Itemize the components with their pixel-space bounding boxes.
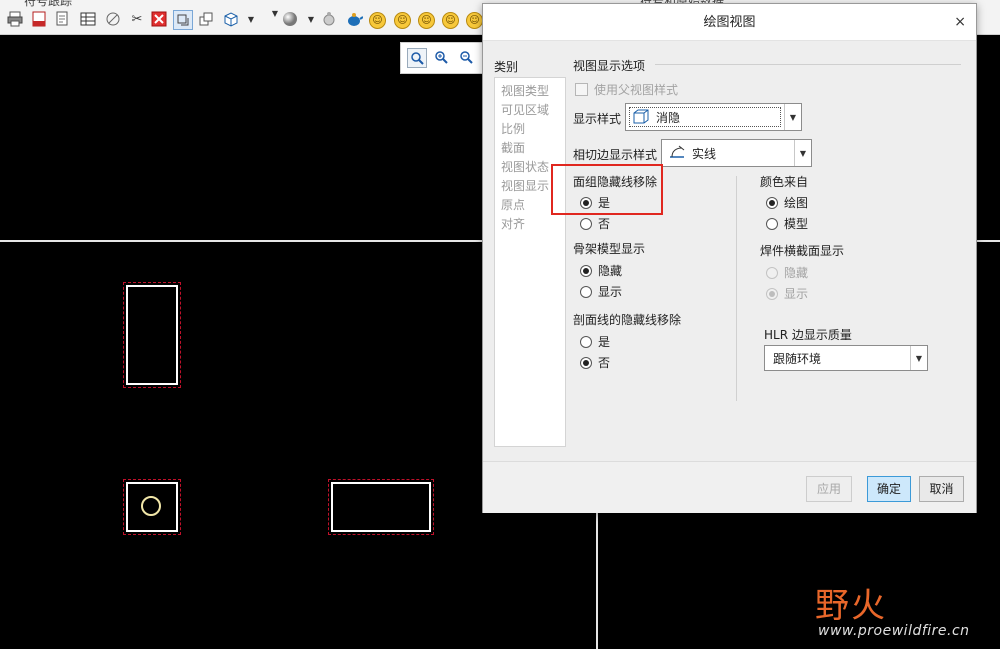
color-from-label: 颜色来自	[760, 175, 809, 189]
zoom-toolbar	[400, 42, 484, 74]
smiley-icon[interactable]: ☺	[442, 12, 459, 29]
ok-button[interactable]: 确定	[867, 476, 911, 502]
weld-hide-label: 隐藏	[784, 266, 809, 280]
color-from-drawing-label: 绘图	[784, 196, 809, 210]
skeleton-hide-label: 隐藏	[598, 264, 623, 278]
weld-section-label: 焊件横截面显示	[760, 244, 845, 258]
color-from-model-label: 模型	[784, 217, 809, 231]
smiley-icon[interactable]: ☺	[466, 12, 483, 29]
tangent-edge-style-value: 实线	[692, 147, 717, 161]
category-label: 类别	[494, 60, 519, 74]
skeleton-hide-radio[interactable]	[580, 265, 592, 277]
color-from-model-radio[interactable]	[766, 218, 778, 230]
cube-view-icon[interactable]	[222, 10, 240, 28]
view-manager-icon[interactable]	[197, 10, 215, 28]
close-icon[interactable]: ×	[954, 14, 966, 30]
dialog-footer: 应用 确定 取消	[483, 461, 976, 513]
tangent-edge-style-label: 相切边显示样式	[573, 148, 658, 162]
category-item-visible-area[interactable]: 可见区域	[501, 101, 549, 118]
use-parent-style-label: 使用父视图样式	[594, 83, 679, 97]
smiley-icon[interactable]: ☺	[369, 12, 386, 29]
delete-icon[interactable]	[150, 10, 168, 28]
xsec-hlr-no-radio[interactable]	[580, 357, 592, 369]
xsec-hlr-label: 剖面线的隐藏线移除	[573, 313, 682, 327]
chevron-down-icon[interactable]: ▼	[242, 10, 260, 28]
display-style-select[interactable]: 消隐 ▼	[625, 103, 802, 131]
tangent-edge-style-select[interactable]: 实线 ▼	[661, 139, 812, 167]
hlr-quality-value: 跟随环境	[773, 352, 822, 366]
display-style-value: 消隐	[656, 111, 681, 125]
category-item-view-state[interactable]: 视图状态	[501, 158, 549, 175]
xsec-hlr-no-label: 否	[598, 356, 611, 370]
smiley-icon[interactable]: ☺	[418, 12, 435, 29]
category-item-view-display[interactable]: 视图显示	[501, 177, 549, 194]
drawing-view-side[interactable]	[328, 479, 434, 535]
weld-show-label: 显示	[784, 287, 809, 301]
face-group-hlr-no-label: 否	[598, 217, 611, 231]
animation-icon[interactable]	[320, 10, 338, 28]
watermark-brand: 野火	[815, 586, 887, 626]
xsec-hlr-yes-radio[interactable]	[580, 336, 592, 348]
chevron-down-icon[interactable]: ▼	[302, 10, 320, 28]
cancel-button[interactable]: 取消	[919, 476, 964, 502]
skeleton-show-radio[interactable]	[580, 286, 592, 298]
display-style-label: 显示样式	[573, 112, 622, 126]
skeleton-show-label: 显示	[598, 285, 623, 299]
hlr-quality-select[interactable]: 跟随环境 ▼	[764, 345, 928, 371]
smiley-icon[interactable]: ☺	[394, 12, 411, 29]
print-icon[interactable]	[6, 10, 24, 28]
chevron-down-icon[interactable]: ▼	[794, 140, 811, 166]
drawing-border-line	[596, 510, 598, 649]
weld-hide-radio[interactable]	[766, 267, 778, 279]
zoom-in-icon[interactable]	[432, 48, 450, 66]
xsec-hlr-yes-label: 是	[598, 335, 611, 349]
unlink-icon[interactable]: ✂	[128, 10, 146, 28]
zoom-out-icon[interactable]	[457, 48, 475, 66]
pdf-icon[interactable]	[30, 10, 48, 28]
display-view-icon[interactable]	[173, 10, 193, 30]
focus-outline	[629, 107, 781, 127]
watermark-url: www.proewildfire.cn	[818, 623, 970, 639]
apply-button[interactable]: 应用	[806, 476, 852, 502]
use-parent-style-checkbox[interactable]	[575, 83, 588, 96]
face-group-hlr-no-radio[interactable]	[580, 218, 592, 230]
drawing-view-dialog: 绘图视图 × 类别 视图类型 可见区域 比例 截面 视图状态 视图显示 原点 对…	[482, 3, 977, 513]
section-title: 视图显示选项	[573, 59, 646, 73]
category-item-view-type[interactable]: 视图类型	[501, 82, 549, 99]
section-divider	[655, 64, 961, 65]
table-icon[interactable]	[79, 10, 97, 28]
category-item-origin[interactable]: 原点	[501, 196, 525, 213]
category-list: 视图类型 可见区域 比例 截面 视图状态 视图显示 原点 对齐	[494, 77, 566, 447]
hlr-quality-label: HLR 边显示质量	[764, 328, 852, 342]
hidden-line-icon	[633, 109, 649, 124]
category-item-alignment[interactable]: 对齐	[501, 215, 525, 232]
skeleton-display-label: 骨架模型显示	[573, 242, 646, 256]
zoom-fit-icon[interactable]	[407, 48, 427, 68]
chevron-down-icon[interactable]: ▼	[784, 104, 801, 130]
no-entry-icon[interactable]	[104, 10, 122, 28]
weld-show-radio[interactable]	[766, 288, 778, 300]
category-item-scale[interactable]: 比例	[501, 120, 525, 137]
drawing-view-top[interactable]	[123, 479, 181, 535]
dialog-body: 类别 视图类型 可见区域 比例 截面 视图状态 视图显示 原点 对齐 视图显示选…	[483, 41, 976, 461]
annotation-highlight-box	[551, 164, 663, 215]
category-item-section[interactable]: 截面	[501, 139, 525, 156]
drawing-view-front[interactable]	[123, 282, 181, 388]
toolbar-tab-left[interactable]: 符号跟踪	[24, 0, 72, 9]
color-from-drawing-radio[interactable]	[766, 197, 778, 209]
sphere-icon[interactable]	[281, 10, 299, 28]
solid-tangent-edge-icon	[670, 145, 685, 158]
column-divider	[736, 176, 737, 401]
circle-feature	[141, 496, 161, 516]
teapot-icon[interactable]	[345, 10, 363, 28]
page-setup-icon[interactable]	[54, 10, 72, 28]
dialog-title: 绘图视图	[483, 4, 976, 41]
chevron-down-icon[interactable]: ▼	[910, 346, 927, 370]
